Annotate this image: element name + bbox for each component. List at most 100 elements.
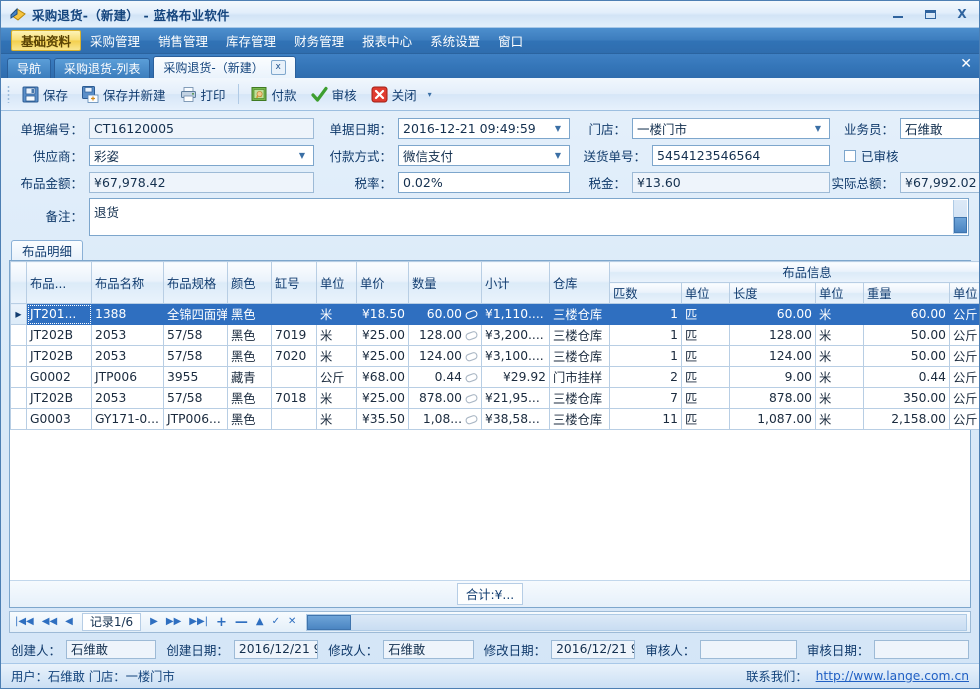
cell-subtotal[interactable]: ¥21,95... [481, 387, 550, 409]
cell-price[interactable]: ¥25.00 [356, 345, 409, 367]
cell-vat[interactable] [271, 408, 317, 430]
cell-length[interactable]: 878.00 [729, 387, 816, 409]
cell-weight[interactable]: 60.00 [863, 303, 950, 325]
menu-item-caigouguanli[interactable]: 采购管理 [81, 28, 149, 53]
print-button[interactable]: 打印 [173, 81, 233, 107]
cell-price[interactable]: ¥25.00 [356, 324, 409, 346]
horizontal-scrollbar[interactable] [306, 613, 967, 631]
cell-pieces-unit[interactable]: 匹 [681, 366, 730, 388]
cell-spec[interactable]: 57/58 [163, 324, 228, 346]
maximize-button[interactable] [915, 3, 945, 25]
cell-vat[interactable]: 7019 [271, 324, 317, 346]
cell-length[interactable]: 124.00 [729, 345, 816, 367]
cell-name[interactable]: JTP006 [91, 366, 164, 388]
tab-purchase-return-list[interactable]: 采购退货-列表 [54, 58, 151, 78]
save-and-new-button[interactable]: 保存并新建 [75, 81, 173, 107]
cell-code[interactable]: JT202B [26, 387, 92, 409]
cell-qty[interactable]: 878.00 [408, 387, 482, 409]
table-row[interactable]: ▸ JT201... 1388 全锦四面弹 黑色 米 ¥18.50 60.00 [10, 303, 979, 325]
cell-weight[interactable]: 0.44 [863, 366, 950, 388]
cell-color[interactable]: 黑色 [227, 324, 272, 346]
nav-edit-button[interactable]: ▲ [254, 617, 266, 627]
nav-prev-page-button[interactable]: ◀◀ [40, 617, 59, 627]
nav-next-button[interactable]: ▶ [148, 617, 160, 627]
cell-subtotal[interactable]: ¥3,100.... [481, 345, 550, 367]
col-header-name[interactable]: 布品名称 [91, 261, 164, 304]
cell-pieces-unit[interactable]: 匹 [681, 345, 730, 367]
cell-length[interactable]: 9.00 [729, 366, 816, 388]
remark-scrollbar[interactable] [953, 200, 967, 234]
nav-cancel-button[interactable]: ✕ [286, 617, 298, 627]
toolbar-overflow-icon[interactable]: ▾ [428, 90, 432, 99]
edit-tag-icon[interactable] [465, 351, 478, 362]
col-header-qty[interactable]: 数量 [408, 261, 482, 304]
remark-field[interactable]: 退货 [89, 198, 969, 236]
cell-length-unit[interactable]: 米 [815, 324, 864, 346]
col-header-weight[interactable]: 重量 [863, 282, 950, 304]
cell-unit[interactable]: 公斤 [316, 366, 357, 388]
nav-last-button[interactable]: ▶▶| [187, 617, 210, 627]
cell-spec[interactable]: 57/58 [163, 387, 228, 409]
nav-prev-button[interactable]: ◀ [63, 617, 75, 627]
edit-tag-icon[interactable] [465, 330, 478, 341]
table-row[interactable]: JT202B 2053 57/58 黑色 7019 米 ¥25.00 128.0… [10, 324, 979, 346]
cell-color[interactable]: 黑色 [227, 408, 272, 430]
close-button[interactable]: X [947, 3, 977, 25]
cell-pieces-unit[interactable]: 匹 [681, 408, 730, 430]
cell-price[interactable]: ¥68.00 [356, 366, 409, 388]
cell-weight-unit[interactable]: 公斤 [948, 366, 979, 388]
cell-warehouse[interactable]: 三楼仓库 [549, 387, 610, 409]
cell-vat[interactable] [271, 303, 317, 325]
col-header-pieces[interactable]: 匹数 [609, 282, 682, 304]
edit-tag-icon[interactable] [465, 393, 478, 404]
table-row[interactable]: G0002 JTP006 3955 藏青 公斤 ¥68.00 0.44 ¥29.… [10, 366, 979, 388]
cell-code[interactable]: G0002 [26, 366, 92, 388]
cell-warehouse[interactable]: 门市挂样 [549, 366, 610, 388]
cell-qty[interactable]: 124.00 [408, 345, 482, 367]
cell-price[interactable]: ¥18.50 [356, 303, 409, 325]
cell-length-unit[interactable]: 米 [815, 303, 864, 325]
doc-date-field[interactable]: 2016-12-21 09:49:59 ▼ [398, 118, 570, 139]
col-header-length-unit[interactable]: 单位 [815, 282, 864, 304]
nav-next-page-button[interactable]: ▶▶ [164, 617, 183, 627]
col-header-length[interactable]: 长度 [729, 282, 816, 304]
tab-fabric-detail[interactable]: 布品明细 [11, 240, 84, 260]
table-row[interactable]: JT202B 2053 57/58 黑色 7020 米 ¥25.00 124.0… [10, 345, 979, 367]
store-field[interactable]: 一楼门市 ▼ [632, 118, 830, 139]
tab-navigation[interactable]: 导航 [7, 58, 52, 78]
close-doc-button[interactable]: 关闭 [364, 81, 424, 107]
salesman-field[interactable]: 石维敢 ▼ [900, 118, 979, 139]
cell-code[interactable]: G0003 [26, 408, 92, 430]
cell-unit[interactable]: 米 [316, 408, 357, 430]
cell-name[interactable]: 1388 [91, 303, 164, 325]
cell-price[interactable]: ¥25.00 [356, 387, 409, 409]
cell-length[interactable]: 128.00 [729, 324, 816, 346]
cell-pieces[interactable]: 7 [609, 387, 682, 409]
supplier-field[interactable]: 彩姿 ▼ [89, 145, 314, 166]
col-header-vat[interactable]: 缸号 [271, 261, 317, 304]
nav-delete-button[interactable]: — [233, 616, 250, 629]
tab-purchase-return-new[interactable]: 采购退货-（新建） x [153, 56, 296, 78]
cell-warehouse[interactable]: 三楼仓库 [549, 303, 610, 325]
save-button[interactable]: 保存 [15, 81, 75, 107]
cell-qty[interactable]: 128.00 [408, 324, 482, 346]
cell-weight-unit[interactable]: 公斤 [948, 303, 979, 325]
chevron-down-icon[interactable]: ▼ [295, 151, 309, 160]
col-header-subtotal[interactable]: 小计 [481, 261, 550, 304]
menu-item-chuangkou[interactable]: 窗口 [489, 28, 532, 53]
col-header-color[interactable]: 颜色 [227, 261, 272, 304]
amount-field[interactable]: ¥67,978.42 [89, 172, 314, 193]
cell-name[interactable]: 2053 [91, 324, 164, 346]
chevron-down-icon[interactable]: ▼ [551, 124, 565, 133]
cell-color[interactable]: 黑色 [227, 303, 272, 325]
cell-qty[interactable]: 1,08... [408, 408, 482, 430]
tax-rate-field[interactable]: 0.02% [398, 172, 570, 193]
menu-item-kucunguanli[interactable]: 库存管理 [217, 28, 285, 53]
cell-subtotal[interactable]: ¥38,58... [481, 408, 550, 430]
menu-item-xiaoshouguanli[interactable]: 销售管理 [149, 28, 217, 53]
cell-spec[interactable]: JTP006... [163, 408, 228, 430]
cell-color[interactable]: 黑色 [227, 345, 272, 367]
cell-name[interactable]: GY171-0... [91, 408, 164, 430]
chevron-down-icon[interactable]: ▼ [551, 151, 565, 160]
table-row[interactable]: JT202B 2053 57/58 黑色 7018 米 ¥25.00 878.0… [10, 387, 979, 409]
